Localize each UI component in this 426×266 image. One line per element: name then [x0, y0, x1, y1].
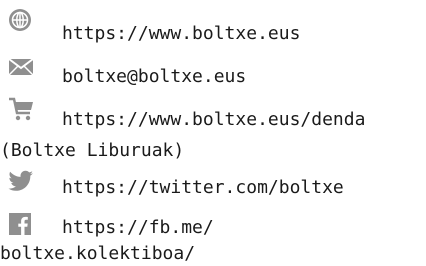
- email-link[interactable]: boltxe@boltxe.eus: [62, 65, 246, 89]
- cart-icon: [8, 96, 34, 121]
- globe-icon: [8, 8, 34, 32]
- mail-icon: [8, 56, 34, 80]
- twitter-link[interactable]: https://twitter.com/boltxe: [62, 176, 344, 200]
- shop-link[interactable]: https://www.boltxe.eus/denda: [62, 108, 365, 132]
- facebook-link-continued: boltxe.kolektiboa/: [0, 243, 196, 264]
- facebook-link[interactable]: https://fb.me/: [62, 216, 214, 240]
- shop-subtitle: (Boltxe Liburuak): [0, 140, 185, 161]
- twitter-icon: [8, 170, 34, 194]
- website-link[interactable]: https://www.boltxe.eus: [62, 22, 300, 46]
- facebook-icon: [8, 212, 34, 236]
